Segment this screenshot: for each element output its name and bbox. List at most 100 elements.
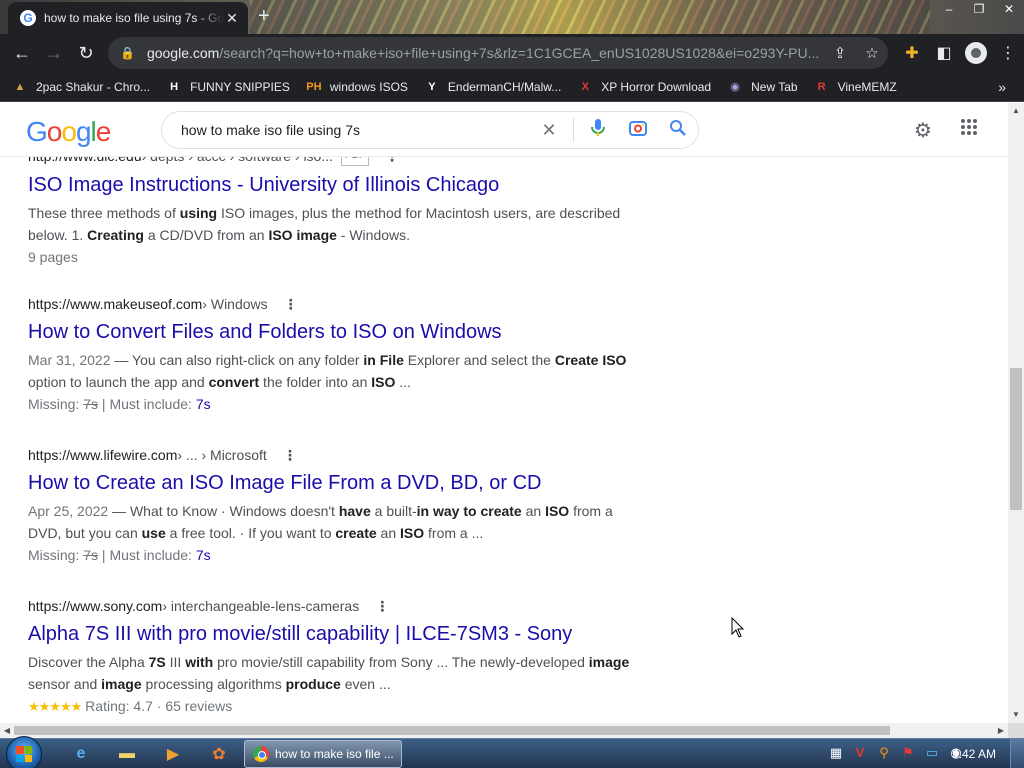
scroll-down-arrow-icon[interactable]: ▼: [1008, 707, 1024, 723]
paint-app-icon[interactable]: ✿: [200, 741, 238, 767]
lock-icon: 🔒: [120, 46, 135, 60]
horizontal-scrollbar[interactable]: ◀ ▶: [0, 723, 1008, 738]
search-input[interactable]: how to make iso file using 7s: [181, 122, 529, 138]
google-favicon-icon: G: [20, 10, 36, 26]
tray-v-icon[interactable]: V: [848, 745, 872, 763]
internet-explorer-icon[interactable]: e: [62, 741, 100, 767]
globe-icon: ◉: [730, 81, 740, 93]
url-path: /search?q=how+to+make+iso+file+using+7s&…: [219, 45, 820, 61]
bookmark-item[interactable]: ▲ 2pac Shakur - Chro...: [12, 79, 151, 95]
url-text[interactable]: google.com/search?q=how+to+make+iso+file…: [147, 45, 824, 61]
must-include-label: | Must include:: [98, 547, 196, 563]
rating-text: Rating: 4.7 · 65 reviews: [85, 698, 233, 714]
lens-camera-icon[interactable]: [618, 119, 658, 142]
window-controls: – ❐ ✕: [934, 0, 1024, 18]
2pac-icon: ▲: [14, 80, 26, 93]
result-snippet: Apr 25, 2022 — What to Know · Windows do…: [28, 503, 613, 541]
header-right: ⚙: [900, 118, 992, 143]
window-wallpaper-texture: [250, 0, 930, 34]
scroll-left-arrow-icon[interactable]: ◀: [0, 723, 14, 738]
result-date: Mar 31, 2022: [28, 352, 111, 368]
windows-taskbar: e ▬ ▶ ✿ how to make iso file ... ▦ V ⚲ ⚑…: [0, 736, 1024, 768]
yp-icon: Y: [428, 80, 436, 93]
vertical-scrollbar[interactable]: ▲ ▼: [1008, 103, 1024, 723]
rating-stars-icon: ★★★★★: [28, 699, 82, 714]
chrome-taskbar-button[interactable]: how to make iso file ...: [244, 740, 402, 768]
bookmarks-overflow-icon[interactable]: »: [998, 79, 1006, 95]
result-options-icon[interactable]: ⋮: [375, 597, 389, 615]
start-button[interactable]: [6, 736, 42, 768]
clear-search-icon[interactable]: ✕: [529, 120, 569, 141]
result-title-link[interactable]: ISO Image Instructions - University of I…: [28, 172, 638, 198]
settings-gear-icon[interactable]: ⚙: [900, 118, 946, 143]
bookmark-label: windows ISOS: [329, 79, 408, 94]
ph-icon: PH: [306, 80, 322, 93]
result-title-link[interactable]: How to Convert Files and Folders to ISO …: [28, 319, 638, 345]
vertical-scroll-thumb[interactable]: [1010, 368, 1022, 510]
address-bar[interactable]: 🔒 google.com/search?q=how+to+make+iso+fi…: [108, 37, 888, 69]
tab-strip: G how to make iso file using 7s - Google…: [0, 0, 1024, 34]
result-options-icon[interactable]: ⋮: [283, 446, 297, 464]
side-panel-icon[interactable]: ◧: [928, 43, 960, 63]
bookmark-item[interactable]: ◉ New Tab: [727, 79, 797, 95]
result-options-icon[interactable]: ⋮: [284, 295, 298, 313]
tray-search-icon[interactable]: ⚲: [872, 745, 896, 763]
bookmark-item[interactable]: H FUNNY SNIPPIES: [166, 79, 290, 95]
back-arrow-icon[interactable]: ←: [6, 37, 38, 69]
bookmark-label: 2pac Shakur - Chro...: [36, 79, 151, 94]
action-center-flag-icon[interactable]: ⚑: [896, 745, 920, 763]
h-icon: H: [170, 80, 179, 93]
tab-close-icon[interactable]: ✕: [224, 10, 240, 27]
bookmark-star-icon[interactable]: ☆: [856, 44, 888, 62]
result-date: Apr 25, 2022: [28, 503, 109, 519]
search-box[interactable]: how to make iso file using 7s ✕: [161, 111, 699, 149]
google-apps-grid-icon[interactable]: [946, 118, 992, 143]
result-rating: ★★★★★ Rating: 4.7 · 65 reviews: [28, 695, 638, 718]
result-citation[interactable]: https://www.lifewire.com › ... › Microso…: [28, 446, 638, 464]
must-include-label: | Must include:: [98, 396, 196, 412]
file-explorer-folder-icon[interactable]: ▬: [108, 741, 146, 767]
active-tab[interactable]: G how to make iso file using 7s - Google…: [8, 2, 248, 34]
bookmarks-bar: ▲ 2pac Shakur - Chro... H FUNNY SNIPPIES PH w…: [0, 72, 1024, 102]
google-logo[interactable]: Google: [26, 116, 111, 148]
extensions-puzzle-icon[interactable]: ✚: [896, 43, 928, 63]
bookmark-label: VineMEMZ: [837, 79, 897, 94]
forward-arrow-icon[interactable]: →: [38, 37, 70, 69]
result-citation[interactable]: https://www.makeuseof.com › Windows ⋮: [28, 295, 638, 313]
network-monitor-icon[interactable]: ▭: [920, 745, 944, 763]
result-cite-path: › ... › Microsoft: [177, 447, 267, 463]
taskbar-clock[interactable]: 5:42 AM: [952, 747, 996, 761]
profile-avatar-icon[interactable]: [965, 42, 987, 64]
result-citation[interactable]: https://www.sony.com › interchangeable-l…: [28, 597, 638, 615]
bookmark-label: FUNNY SNIPPIES: [190, 79, 290, 94]
bookmark-item[interactable]: R VineMEMZ: [814, 79, 897, 95]
bookmark-item[interactable]: Y EndermanCH/Malw...: [424, 79, 561, 95]
new-tab-button[interactable]: +: [258, 6, 270, 26]
show-desktop-button[interactable]: [1010, 739, 1024, 768]
search-magnifier-icon[interactable]: [658, 119, 698, 142]
voice-search-mic-icon[interactable]: [578, 118, 618, 143]
must-include-link[interactable]: 7s: [196, 547, 211, 563]
tray-app-icon[interactable]: ▦: [824, 745, 848, 763]
result-options-icon[interactable]: ⋮: [385, 157, 399, 165]
bookmark-item[interactable]: X XP Horror Download: [577, 79, 712, 95]
scroll-right-arrow-icon[interactable]: ▶: [994, 723, 1008, 738]
horizontal-scroll-thumb[interactable]: [14, 726, 890, 735]
kebab-menu-icon[interactable]: ⋮: [992, 43, 1024, 63]
share-icon[interactable]: ⇪: [824, 44, 856, 62]
restore-icon[interactable]: ❐: [964, 0, 994, 18]
bookmark-label: XP Horror Download: [601, 79, 712, 94]
minimize-icon[interactable]: –: [934, 0, 964, 18]
scroll-up-arrow-icon[interactable]: ▲: [1008, 103, 1024, 119]
must-include-link[interactable]: 7s: [196, 396, 211, 412]
close-window-icon[interactable]: ✕: [994, 0, 1024, 18]
search-result: https://www.makeuseof.com › Windows ⋮ Ho…: [28, 295, 638, 415]
result-title-link[interactable]: How to Create an ISO Image File From a D…: [28, 470, 638, 496]
result-title-link[interactable]: Alpha 7S III with pro movie/still capabi…: [28, 621, 638, 647]
result-citation[interactable]: http://www.uic.edu › depts › accc › soft…: [28, 157, 638, 166]
reload-icon[interactable]: ↻: [70, 37, 102, 69]
search-divider: [573, 118, 574, 142]
windows-logo-icon: [16, 746, 32, 762]
media-player-icon[interactable]: ▶: [154, 741, 192, 767]
bookmark-item[interactable]: PH windows ISOS: [306, 79, 408, 95]
